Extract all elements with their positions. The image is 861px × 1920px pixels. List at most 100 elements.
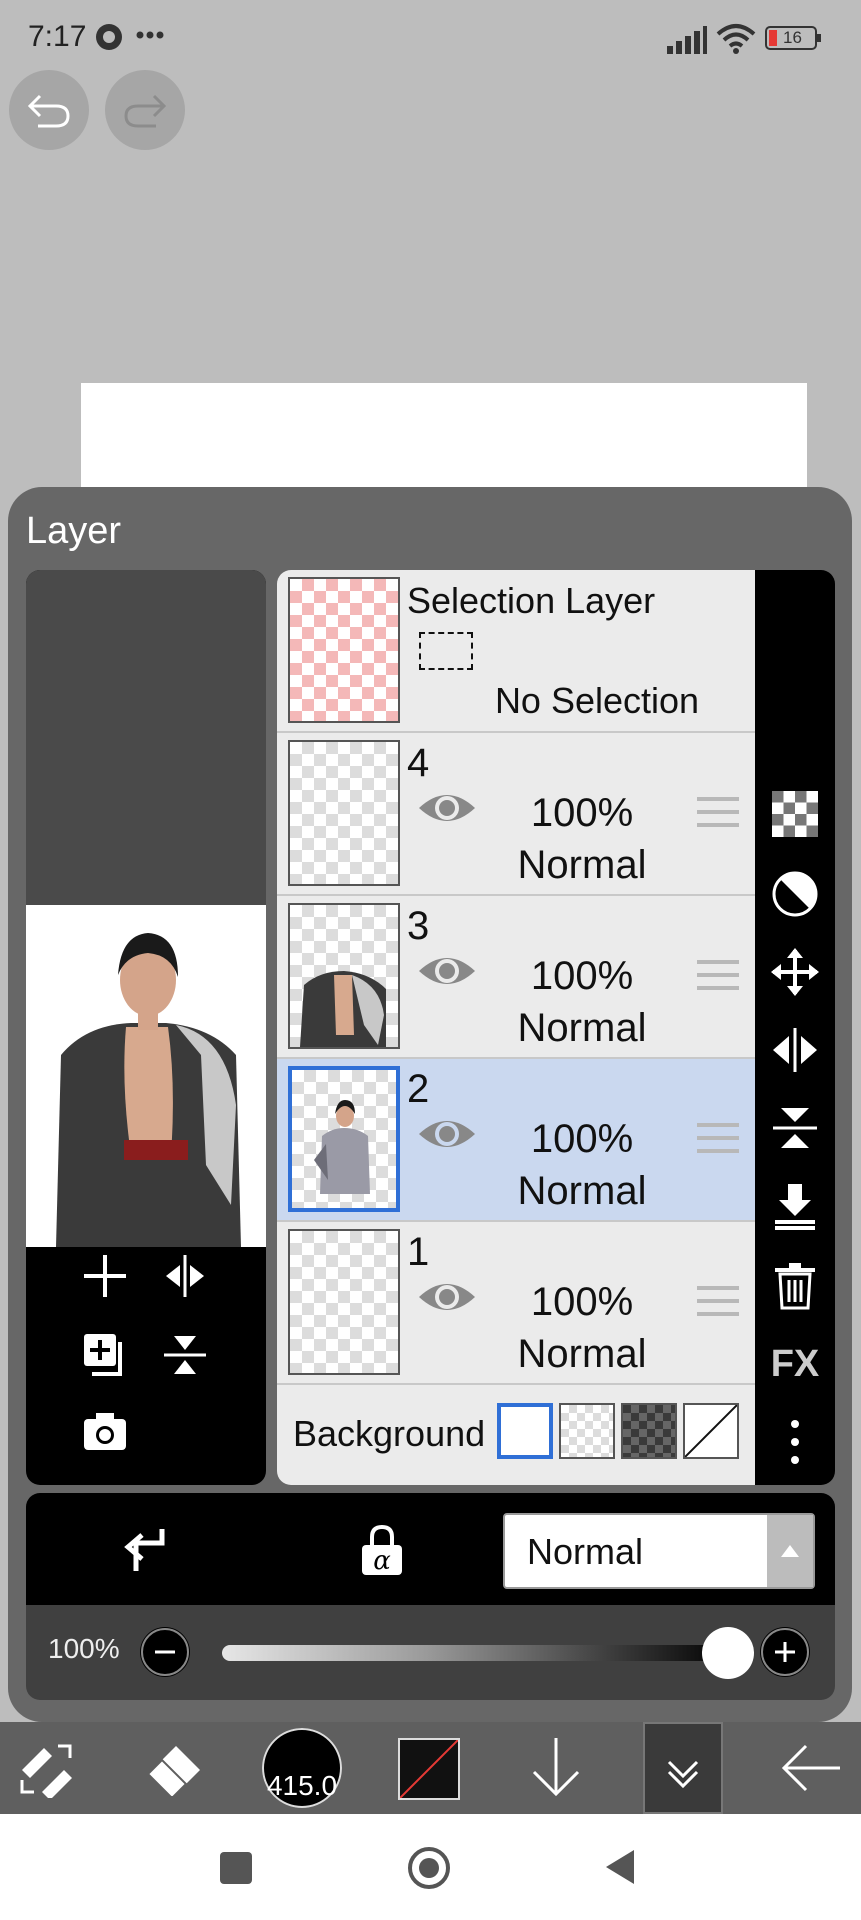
drag-handle-icon[interactable]	[697, 960, 739, 999]
selection-layer-name: Selection Layer	[407, 580, 656, 621]
flip-vertical-button[interactable]	[769, 1102, 821, 1154]
back-arrow-button[interactable]	[780, 1742, 842, 1794]
camera-button[interactable]	[82, 1410, 128, 1452]
eraser-icon	[146, 1746, 200, 1796]
layer-blend-mode: Normal	[517, 1006, 647, 1050]
redo-icon	[124, 94, 167, 128]
layer-row[interactable]: 1 100% Normal	[277, 1222, 755, 1385]
eye-icon	[419, 958, 475, 984]
flip-layer-horizontal-button[interactable]	[162, 1253, 208, 1299]
wifi-icon	[716, 22, 756, 54]
arrow-down-icon	[532, 1738, 580, 1797]
selection-layer-row[interactable]: Selection Layer No Selection	[277, 570, 755, 733]
visibility-toggle[interactable]	[417, 1277, 477, 1317]
opacity-slider-track[interactable]	[222, 1645, 732, 1661]
status-time: 7:17	[28, 20, 87, 53]
eye-icon	[419, 1121, 475, 1147]
flip-vertical-icon	[164, 1336, 206, 1374]
visibility-toggle[interactable]	[417, 788, 477, 828]
background-white-swatch[interactable]	[497, 1403, 553, 1459]
blend-mode-select[interactable]: Normal	[503, 1513, 815, 1589]
camera-icon	[84, 1413, 126, 1450]
opacity-slider-thumb[interactable]	[702, 1627, 754, 1679]
layer-blend-mode: Normal	[517, 843, 647, 887]
flip-layer-vertical-button[interactable]	[162, 1332, 208, 1378]
more-notifications-icon	[136, 30, 164, 40]
alpha-lock-button[interactable]: α	[360, 1525, 404, 1577]
color-swatch-icon	[400, 1740, 458, 1798]
delete-layer-button[interactable]	[769, 1260, 821, 1312]
layer-opacity: 100%	[530, 1117, 634, 1161]
visibility-toggle[interactable]	[417, 951, 477, 991]
flip-horizontal-icon	[773, 1028, 817, 1072]
selection-layer-thumbnail	[288, 577, 400, 723]
marquee-icon	[419, 632, 473, 670]
plus-icon	[761, 1628, 809, 1676]
recents-button[interactable]	[220, 1852, 252, 1884]
drawing-canvas[interactable]	[81, 383, 807, 493]
opacity-bar: 100%	[26, 1605, 835, 1700]
layer-row[interactable]: 3 100% Normal	[277, 896, 755, 1059]
opacity-lock-button[interactable]	[769, 868, 821, 920]
background-none-swatch[interactable]	[683, 1403, 739, 1459]
arrow-left-icon	[781, 1744, 840, 1792]
duplicate-icon	[84, 1334, 122, 1376]
drag-handle-icon[interactable]	[697, 1286, 739, 1325]
brush-size-button[interactable]: 415.0	[262, 1728, 342, 1808]
canvas-preview[interactable]	[26, 570, 266, 1485]
trash-icon	[775, 1263, 815, 1310]
status-bar: 7:17 16	[0, 0, 861, 78]
tool-switch-button[interactable]	[18, 1740, 76, 1798]
undo-icon	[27, 94, 70, 128]
signal-icon	[667, 26, 707, 54]
visibility-toggle[interactable]	[417, 1114, 477, 1154]
layer-number: 3	[407, 904, 430, 948]
pen-switch-icon	[20, 1744, 72, 1798]
main-toolbar: 415.0	[0, 1722, 861, 1814]
layer-opacity: 100%	[530, 1280, 634, 1324]
background-label: Background	[293, 1413, 486, 1454]
undo-button[interactable]	[9, 70, 89, 150]
layer-row-selected[interactable]: 2 100% Normal	[277, 1059, 755, 1222]
move-icon	[771, 948, 819, 996]
drag-handle-icon[interactable]	[697, 797, 739, 836]
background-transparent-swatch[interactable]	[559, 1403, 615, 1459]
move-down-button[interactable]	[530, 1736, 582, 1798]
back-button[interactable]	[604, 1848, 636, 1886]
selection-status: No Selection	[494, 680, 700, 721]
background-dark-swatch[interactable]	[621, 1403, 677, 1459]
home-icon	[408, 1847, 450, 1889]
eraser-button[interactable]	[144, 1740, 204, 1796]
more-icon	[791, 1420, 799, 1464]
chevron-up-icon	[767, 1515, 813, 1587]
opacity-increase-button[interactable]	[760, 1627, 810, 1677]
battery-icon: 16	[765, 26, 821, 50]
flip-horizontal-button[interactable]	[769, 1024, 821, 1076]
opacity-label: 100%	[48, 1633, 120, 1664]
duplicate-layer-button[interactable]	[82, 1332, 128, 1378]
layer-thumbnail	[288, 1229, 400, 1375]
checker-button[interactable]	[769, 788, 821, 840]
redo-button[interactable]	[105, 70, 185, 150]
layer-row[interactable]: 4 100% Normal	[277, 733, 755, 896]
color-swatch-button[interactable]	[398, 1738, 460, 1800]
battery-level: 16	[783, 28, 802, 47]
move-button[interactable]	[769, 946, 821, 998]
back-triangle-icon	[606, 1850, 634, 1884]
preview-image	[26, 905, 266, 1247]
home-button[interactable]	[407, 1846, 451, 1890]
fx-button[interactable]: FX	[769, 1338, 821, 1390]
clipping-button[interactable]	[124, 1525, 168, 1575]
flip-horizontal-icon	[166, 1255, 204, 1297]
layer-panel-toggle-button[interactable]	[643, 1722, 723, 1814]
layer-opacity: 100%	[530, 954, 634, 998]
drag-handle-icon[interactable]	[697, 1123, 739, 1162]
alpha-lock-icon: α	[362, 1525, 402, 1576]
more-options-button[interactable]	[769, 1416, 821, 1468]
checker-icon	[772, 791, 818, 837]
opacity-decrease-button[interactable]	[140, 1627, 190, 1677]
merge-down-button[interactable]	[769, 1180, 821, 1232]
add-layer-button[interactable]	[82, 1253, 128, 1299]
layer-number: 1	[407, 1230, 430, 1274]
merge-down-icon	[775, 1184, 815, 1230]
